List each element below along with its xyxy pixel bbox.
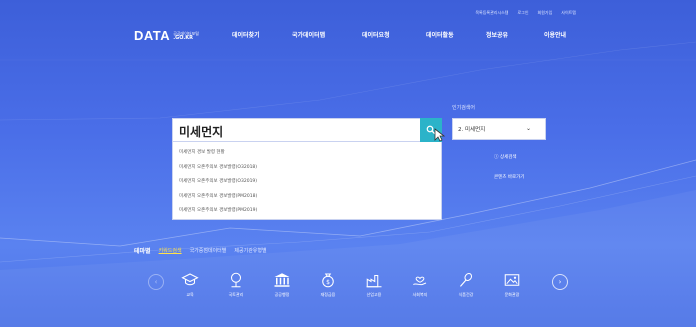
spoon-icon <box>460 272 473 287</box>
nav-item-data-request[interactable]: 데이터요청 <box>362 30 390 39</box>
nav-item-find-data[interactable]: 데이터찾기 <box>232 30 260 39</box>
utility-links: 목록등록관리시스템 로그인 회원가입 사이트맵 <box>475 10 576 16</box>
detail-search-label: 상세검색 <box>499 155 517 160</box>
popular-selected-value: 2. 미세먼지 <box>458 127 486 133</box>
picture-frame-icon <box>504 274 520 286</box>
tree-icon <box>230 272 242 288</box>
graduation-cap-icon <box>181 273 199 286</box>
factory-icon <box>366 274 382 288</box>
detail-search-link[interactable]: ⓘ 상세검색 <box>494 154 517 160</box>
category-education[interactable]: 교육 <box>170 268 210 298</box>
category-finance[interactable]: $ 재정금융 <box>308 268 348 298</box>
category-public-admin[interactable]: 공공행정 <box>262 268 302 298</box>
category-land-management[interactable]: 국토관리 <box>216 268 256 298</box>
util-link-admin[interactable]: 목록등록관리시스템 <box>475 10 508 16</box>
search-input[interactable] <box>179 122 419 140</box>
tab-keyword-search[interactable]: 키워드검색 <box>159 247 182 254</box>
suggestion-item[interactable]: 미세먼지 오존주의보 경보발령(PM2018) <box>179 190 435 205</box>
category-label: 재정금융 <box>320 292 336 297</box>
suggestion-item[interactable]: 미세먼지 오존주의보 경보발령(O32019) <box>179 175 435 190</box>
util-link-login[interactable]: 로그인 <box>517 10 528 16</box>
money-bag-icon: $ <box>322 273 334 288</box>
nav-item-info-share[interactable]: 정보공유 <box>486 30 508 39</box>
category-industry-employment[interactable]: 산업고용 <box>354 268 394 298</box>
util-link-signup[interactable]: 회원가입 <box>538 10 553 16</box>
government-building-icon <box>274 273 290 287</box>
category-label: 사회복지 <box>412 292 428 297</box>
carousel-prev-button[interactable]: ‹ <box>148 274 164 290</box>
suggestion-item[interactable]: 미세먼지 오존주의보 경보발령(O32018) <box>179 161 435 176</box>
category-food-health[interactable]: 식품건강 <box>446 268 486 298</box>
hand-heart-icon <box>413 276 427 286</box>
tab-national-key-data[interactable]: 국가중점데이터별 <box>190 247 227 254</box>
mouse-cursor-icon <box>434 128 446 142</box>
suggestion-item[interactable]: 미세먼지 오존주의보 경보발령(PM2019) <box>179 204 435 219</box>
category-label: 교육 <box>186 292 194 297</box>
suggestion-item[interactable]: 미세먼지 경보 발령 현황 <box>179 146 435 161</box>
content-shortcut-link[interactable]: 콘텐츠 바로가기 <box>494 174 524 180</box>
category-culture-tourism[interactable]: 문화관광 <box>492 268 532 298</box>
carousel-next-button[interactable]: › <box>552 274 568 290</box>
popular-label: 인기검색어 <box>452 105 476 111</box>
category-label: 문화관광 <box>504 292 520 297</box>
popular-keyword-select[interactable]: 2. 미세먼지 ⌄ <box>452 118 546 140</box>
category-label: 공공행정 <box>274 292 290 297</box>
category-label: 국토관리 <box>228 292 244 297</box>
search-suggestions: 미세먼지 경보 발령 현황 미세먼지 오존주의보 경보발령(O32018) 미세… <box>172 142 442 220</box>
theme-title: 테마별 <box>134 248 151 255</box>
theme-tabs: 테마별 키워드검색 국가중점데이터별 제공기관유형별 <box>134 246 267 255</box>
main-nav: 데이터찾기 국가데이터맵 데이터요청 데이터활동 정보공유 이용안내 <box>0 30 696 42</box>
tab-provider-type[interactable]: 제공기관유형별 <box>234 247 266 254</box>
util-link-sitemap[interactable]: 사이트맵 <box>561 10 576 16</box>
nav-item-data-map[interactable]: 국가데이터맵 <box>292 30 325 39</box>
svg-text:$: $ <box>326 279 330 286</box>
nav-item-data-activity[interactable]: 데이터활동 <box>426 30 454 39</box>
category-label: 산업고용 <box>366 292 382 297</box>
utility-bar: 목록등록관리시스템 로그인 회원가입 사이트맵 <box>0 10 696 22</box>
category-social-welfare[interactable]: 사회복지 <box>400 268 440 298</box>
chevron-down-icon: ⌄ <box>525 125 531 132</box>
nav-item-guide[interactable]: 이용안내 <box>544 30 566 39</box>
search-box <box>172 118 442 142</box>
category-label: 식품건강 <box>458 292 474 297</box>
category-carousel: ‹ 교육 국토관리 공공행정 $ 재정금융 산업고용 사회복지 식품건강 문화관… <box>148 268 568 313</box>
